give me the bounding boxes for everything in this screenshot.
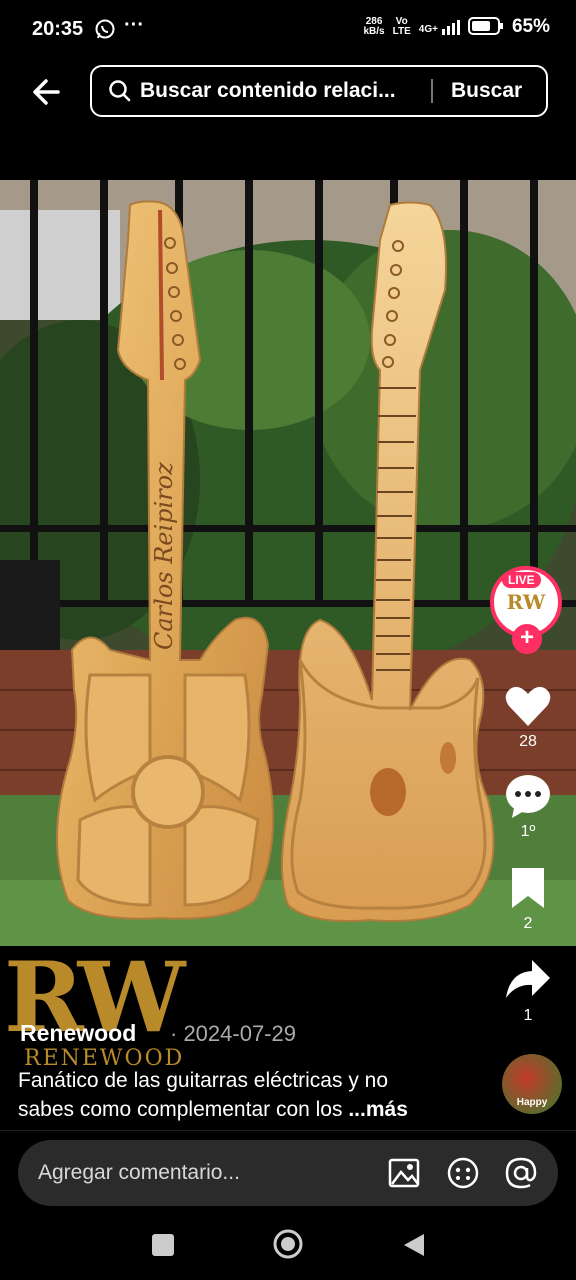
avatar-logo: RW xyxy=(506,590,546,614)
emoji-icon[interactable] xyxy=(446,1156,480,1190)
like-button[interactable]: 28 xyxy=(498,684,558,751)
recents-square-icon[interactable] xyxy=(152,1234,174,1256)
home-circle-icon[interactable] xyxy=(273,1229,303,1259)
share-count: 1 xyxy=(523,1007,533,1024)
share-arrow-icon xyxy=(506,960,550,998)
sound-thumbnail[interactable]: Happy xyxy=(502,1054,562,1114)
status-icons: 286 kB/s Vo LTE 4G+ 65% xyxy=(364,16,551,38)
search-icon xyxy=(108,79,132,103)
comment-count: 1º xyxy=(520,823,536,840)
comment-input[interactable]: Agregar comentario... xyxy=(38,1161,388,1185)
like-count: 28 xyxy=(519,733,537,750)
search-bar[interactable]: Buscar contenido relaci... Buscar xyxy=(90,65,548,117)
search-button[interactable]: Buscar xyxy=(451,79,522,103)
system-nav-bar xyxy=(0,1222,576,1280)
live-avatar[interactable]: RW LIVE + xyxy=(490,566,568,654)
heart-icon xyxy=(505,686,551,726)
share-button[interactable]: 1 xyxy=(498,958,558,1025)
follow-plus-icon[interactable]: + xyxy=(512,624,542,654)
author-name[interactable]: Renewood xyxy=(20,1020,136,1047)
brand-logo: RW RENEWOOD xyxy=(4,941,185,1072)
save-count: 2 xyxy=(523,915,533,932)
battery-percent: 65% xyxy=(511,16,550,37)
more-link[interactable]: ...más xyxy=(348,1098,408,1121)
search-divider xyxy=(431,79,433,103)
back-triangle-icon[interactable] xyxy=(402,1232,426,1258)
net-speed: 286 kB/s xyxy=(363,16,385,37)
post-date: · 2024-07-29 xyxy=(170,1021,296,1046)
image-icon[interactable] xyxy=(388,1158,420,1188)
save-button[interactable]: 2 xyxy=(498,866,558,933)
back-arrow-icon xyxy=(33,79,60,105)
whatsapp-icon xyxy=(94,18,116,45)
divider xyxy=(0,1130,576,1131)
mention-icon[interactable] xyxy=(504,1156,538,1190)
signal-icon: 4G+ xyxy=(419,19,460,35)
search-input[interactable]: Buscar contenido relaci... xyxy=(140,79,415,103)
comment-bubble-icon xyxy=(506,775,550,818)
caption[interactable]: Fanático de las guitarras eléctricas y n… xyxy=(18,1066,488,1124)
post-media[interactable]: Carlos Reipiroz xyxy=(0,180,576,946)
back-button[interactable] xyxy=(28,72,68,112)
bookmark-icon xyxy=(512,868,544,908)
comment-input-bar[interactable]: Agregar comentario... xyxy=(18,1140,558,1206)
more-notifications-icon: ··· xyxy=(124,14,144,36)
live-badge: LIVE xyxy=(502,572,541,588)
engraving-text: Carlos Reipiroz xyxy=(150,462,178,650)
comment-button[interactable]: 1º xyxy=(498,774,558,841)
status-time: 20:35 xyxy=(32,18,84,40)
sound-label: Happy xyxy=(516,1097,548,1108)
battery-icon xyxy=(467,16,504,38)
volte-indicator: Vo LTE xyxy=(392,16,411,37)
